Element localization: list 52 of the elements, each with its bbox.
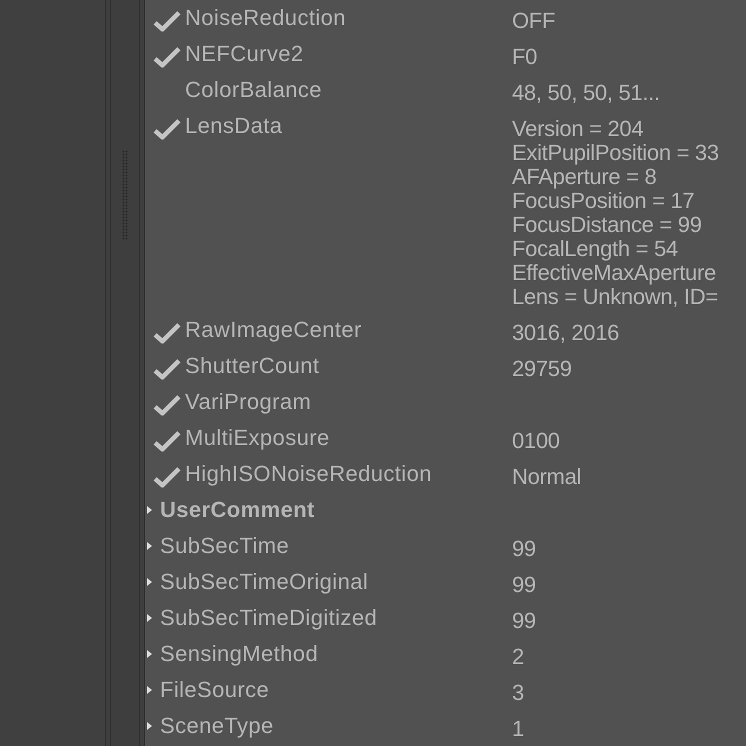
tag-name: LensData bbox=[185, 114, 282, 138]
tag-name: UserComment bbox=[160, 498, 315, 522]
tag-value: FocusDistance = 99 bbox=[512, 213, 703, 237]
tag-name: VariProgram bbox=[185, 390, 312, 414]
checkmark-icon[interactable] bbox=[152, 358, 182, 380]
tag-name: FileSource bbox=[160, 678, 270, 702]
checkmark-icon[interactable] bbox=[152, 466, 182, 488]
tag-value: 3 bbox=[512, 681, 524, 705]
tag-value: 0100 bbox=[512, 429, 560, 453]
tag-value: 99 bbox=[512, 537, 536, 561]
checkmark-icon[interactable] bbox=[152, 394, 182, 416]
tag-name: HighISONoiseReduction bbox=[185, 462, 432, 486]
tag-value: EffectiveMaxAperture bbox=[512, 261, 717, 285]
tag-value: 1 bbox=[512, 717, 524, 741]
tag-value: Normal bbox=[512, 465, 582, 489]
tag-value: ExitPupilPosition = 33 bbox=[512, 141, 719, 165]
checkmark-icon[interactable] bbox=[152, 10, 182, 32]
tag-name: SensingMethod bbox=[160, 642, 318, 666]
tag-value: 99 bbox=[512, 573, 536, 597]
tag-value: AFAperture = 8 bbox=[512, 165, 656, 189]
tag-name: ShutterCount bbox=[185, 354, 320, 378]
disclosure-triangle-icon[interactable] bbox=[147, 686, 152, 694]
tag-name: RawImageCenter bbox=[185, 318, 362, 342]
tag-value: 48, 50, 50, 51... bbox=[512, 81, 660, 105]
checkmark-icon[interactable] bbox=[152, 46, 182, 68]
tag-name: NoiseReduction bbox=[185, 6, 346, 30]
tag-value: FocalLength = 54 bbox=[512, 237, 679, 261]
tag-value: Lens = Unknown, ID= bbox=[512, 285, 719, 309]
tag-value: 2 bbox=[512, 645, 524, 669]
checkmark-icon[interactable] bbox=[152, 118, 182, 140]
checkmark-icon[interactable] bbox=[152, 430, 182, 452]
tag-name: SubSecTimeDigitized bbox=[160, 606, 378, 630]
checkmark-icon[interactable] bbox=[152, 322, 182, 344]
tag-value: F0 bbox=[512, 45, 538, 69]
tag-value: FocusPosition = 17 bbox=[512, 189, 696, 213]
disclosure-triangle-icon[interactable] bbox=[147, 506, 152, 514]
tag-name: ColorBalance bbox=[185, 78, 322, 102]
tag-value: 99 bbox=[512, 609, 536, 633]
disclosure-triangle-icon[interactable] bbox=[147, 578, 152, 586]
tag-value: 3016, 2016 bbox=[512, 321, 620, 345]
tag-value: OFF bbox=[512, 9, 556, 33]
disclosure-triangle-icon[interactable] bbox=[147, 650, 152, 658]
tag-name: SubSecTime bbox=[160, 534, 290, 558]
disclosure-triangle-icon[interactable] bbox=[147, 722, 152, 730]
tag-value: 29759 bbox=[512, 357, 572, 381]
tag-name: MultiExposure bbox=[185, 426, 330, 450]
tag-value: Version = 204 bbox=[512, 117, 644, 141]
tag-name: SceneType bbox=[160, 714, 274, 738]
tag-name: SubSecTimeOriginal bbox=[160, 570, 368, 594]
disclosure-triangle-icon[interactable] bbox=[147, 614, 152, 622]
tag-name: NEFCurve2 bbox=[185, 42, 304, 66]
disclosure-triangle-icon[interactable] bbox=[147, 542, 152, 550]
